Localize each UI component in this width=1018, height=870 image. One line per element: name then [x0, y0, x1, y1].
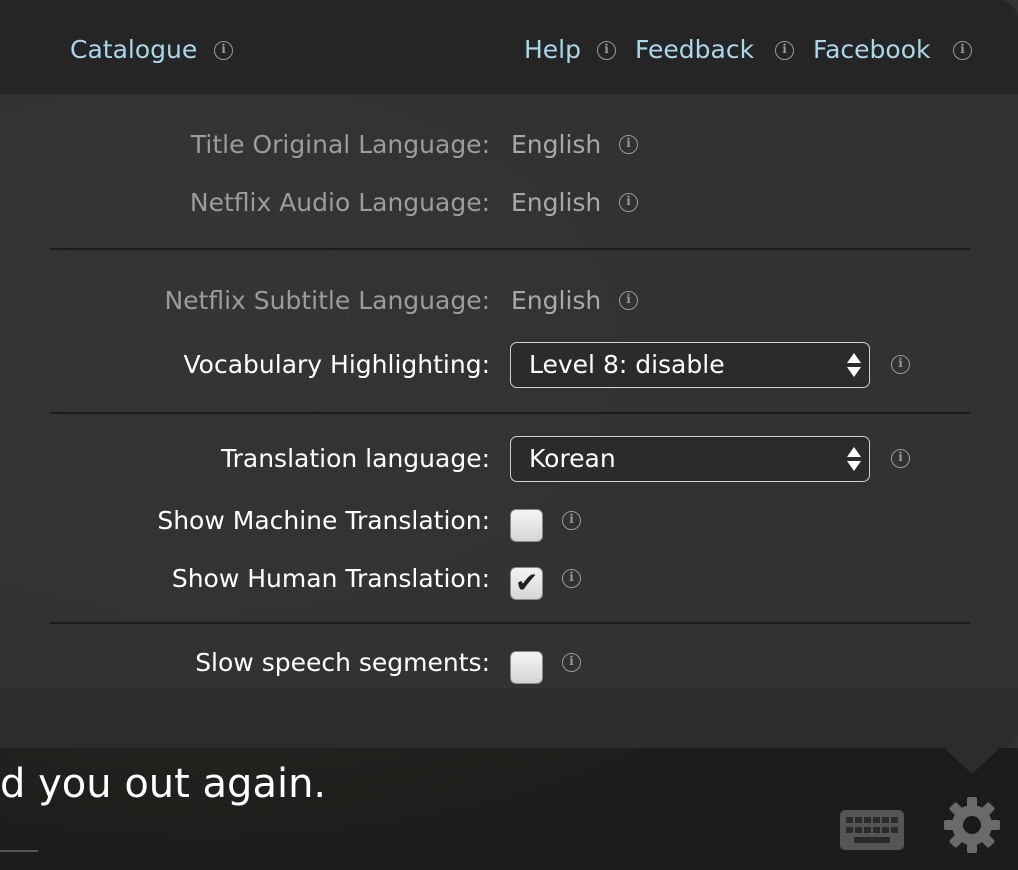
vocabulary-highlighting-info-icon[interactable]: i [891, 355, 910, 374]
feedback-link[interactable]: Feedback [635, 34, 754, 66]
divider [50, 248, 970, 250]
checkmark-icon: ✔ [515, 566, 539, 599]
netflix-subtitle-language-info-icon[interactable]: i [619, 291, 638, 310]
vocabulary-highlighting-label: Vocabulary Highlighting: [183, 350, 490, 379]
facebook-info-icon[interactable]: i [953, 41, 972, 60]
catalogue-info-icon[interactable]: i [214, 41, 233, 60]
select-arrows-icon [847, 351, 861, 379]
help-link[interactable]: Help [524, 34, 581, 66]
divider [50, 622, 970, 624]
translation-language-label: Translation language: [221, 444, 490, 473]
netflix-audio-language-label: Netflix Audio Language: [189, 188, 490, 217]
show-human-translation-label: Show Human Translation: [171, 564, 490, 593]
help-info-icon[interactable]: i [597, 41, 616, 60]
subtitle-text: d you out again. [0, 761, 327, 807]
title-original-language-info-icon[interactable]: i [619, 135, 638, 154]
gear-icon[interactable] [944, 797, 1000, 853]
translation-language-info-icon[interactable]: i [891, 449, 910, 468]
vocabulary-highlighting-selected: Level 8: disable [529, 350, 725, 379]
show-human-translation-checkbox[interactable]: ✔ [510, 566, 543, 600]
netflix-subtitle-language-value: English [511, 286, 602, 315]
show-machine-translation-checkbox[interactable] [510, 509, 543, 542]
title-original-language-value: English [511, 130, 602, 159]
divider [50, 412, 970, 414]
facebook-link[interactable]: Facebook [813, 34, 930, 66]
show-machine-translation-label: Show Machine Translation: [157, 506, 490, 535]
title-original-language-label: Title Original Language: [190, 130, 490, 159]
panel-pointer [942, 746, 1002, 774]
select-arrows-icon [847, 445, 861, 473]
vocabulary-highlighting-select[interactable]: Level 8: disable [510, 342, 870, 388]
translation-language-selected: Korean [529, 444, 616, 473]
subtitle-underline [0, 850, 38, 852]
show-human-translation-info-icon[interactable]: i [562, 569, 581, 588]
feedback-info-icon[interactable]: i [775, 41, 794, 60]
translation-language-select[interactable]: Korean [510, 436, 870, 482]
slow-speech-segments-checkbox[interactable] [510, 651, 543, 684]
slow-speech-segments-info-icon[interactable]: i [562, 653, 581, 672]
netflix-audio-language-info-icon[interactable]: i [619, 193, 638, 212]
catalogue-link[interactable]: Catalogue [70, 34, 197, 66]
slow-speech-segments-label: Slow speech segments: [195, 648, 490, 677]
show-machine-translation-info-icon[interactable]: i [562, 511, 581, 530]
netflix-subtitle-language-label: Netflix Subtitle Language: [164, 286, 490, 315]
netflix-audio-language-value: English [511, 188, 602, 217]
keyboard-icon[interactable] [840, 810, 904, 850]
settings-footer [0, 688, 1018, 748]
